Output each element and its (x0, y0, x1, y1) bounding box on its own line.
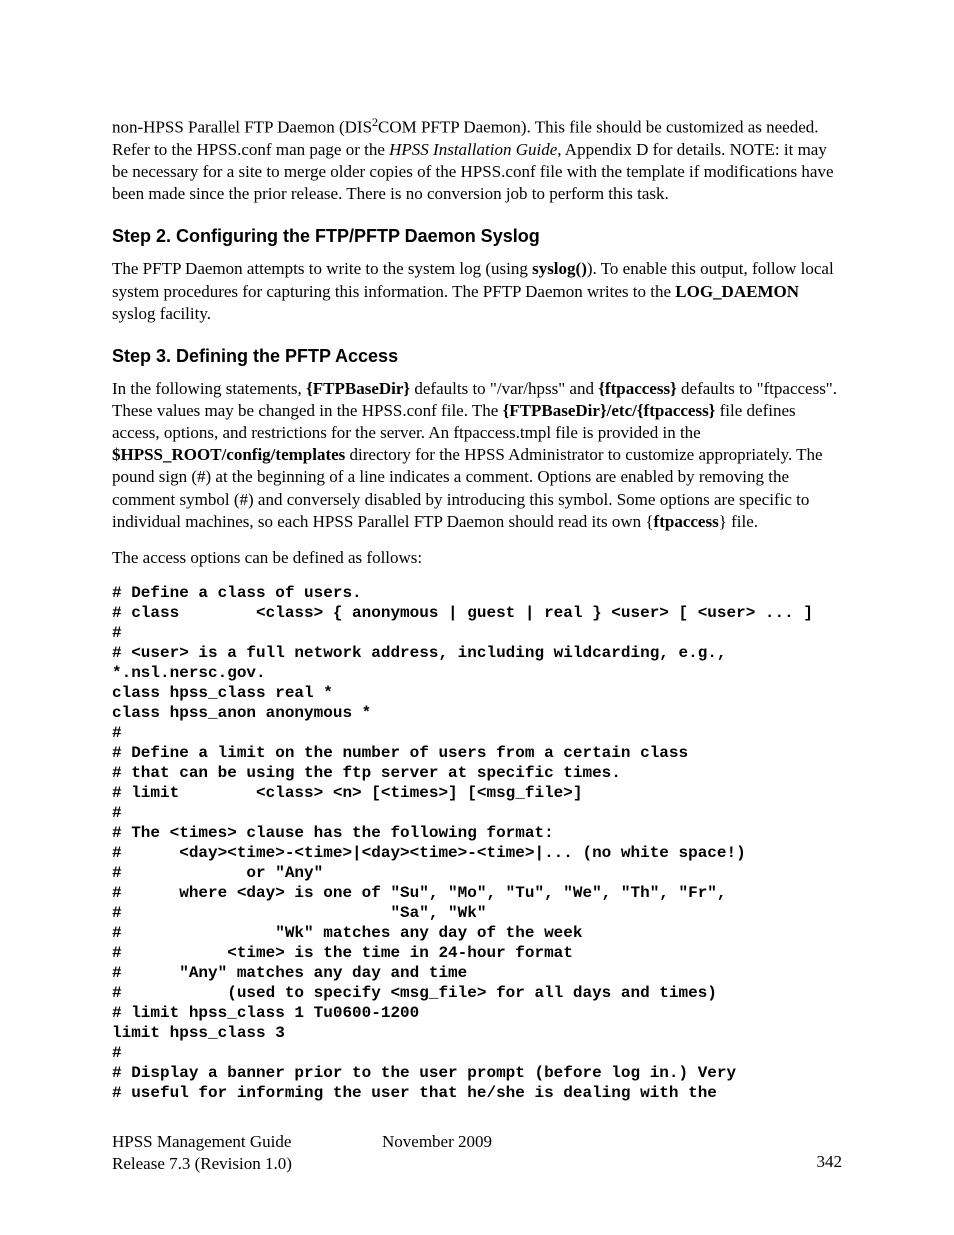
footer-release: Release 7.3 (Revision 1.0) (112, 1153, 292, 1175)
step2-heading: Step 2. Configuring the FTP/PFTP Daemon … (112, 225, 842, 248)
code-block: # Define a class of users. # class <clas… (112, 583, 842, 1103)
step3-paragraph-2: The access options can be defined as fol… (112, 547, 842, 569)
step3-heading: Step 3. Defining the PFTP Access (112, 345, 842, 368)
text: } file. (719, 512, 758, 531)
text-bold: ftpaccess (654, 512, 719, 531)
text: defaults to "/var/hpss" and (410, 379, 598, 398)
text-bold: {ftpaccess} (598, 379, 677, 398)
page-footer: HPSS Management Guide November 2009 Rele… (112, 1131, 842, 1175)
text: syslog facility. (112, 304, 211, 323)
text-bold: {FTPBaseDir} (306, 379, 410, 398)
text-bold: $HPSS_ROOT/config/templates (112, 445, 345, 464)
text: non-HPSS Parallel FTP Daemon (DIS (112, 118, 372, 137)
text-bold: LOG_DAEMON (675, 282, 799, 301)
text-bold: {FTPBaseDir}/etc/{ftpaccess} (503, 401, 716, 420)
text-bold: syslog() (532, 259, 587, 278)
footer-guide: HPSS Management Guide (112, 1131, 382, 1153)
document-page: non-HPSS Parallel FTP Daemon (DIS2COM PF… (0, 0, 954, 1235)
step2-paragraph: The PFTP Daemon attempts to write to the… (112, 258, 842, 324)
step3-paragraph-1: In the following statements, {FTPBaseDir… (112, 378, 842, 533)
footer-date: November 2009 (382, 1131, 492, 1153)
footer-page-number: 342 (817, 1151, 843, 1173)
text: The PFTP Daemon attempts to write to the… (112, 259, 532, 278)
text-italic: HPSS Installation Guide (389, 140, 557, 159)
text: In the following statements, (112, 379, 306, 398)
intro-paragraph: non-HPSS Parallel FTP Daemon (DIS2COM PF… (112, 115, 842, 205)
